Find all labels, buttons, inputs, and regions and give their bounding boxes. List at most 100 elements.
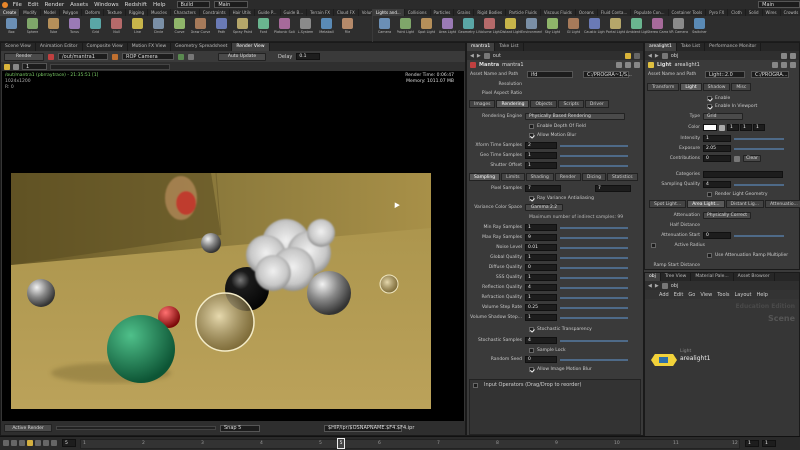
param-slider-diffuse-quality[interactable] — [560, 266, 628, 269]
shelf-tool-camera[interactable]: Camera — [374, 18, 395, 34]
shelf-tool-vr-camera[interactable]: VR Camera — [668, 18, 689, 34]
network-menu-tools[interactable]: Tools — [717, 292, 729, 298]
param-field-volume-step-rate[interactable]: 0.25 — [525, 304, 557, 311]
param-field-global-quality[interactable]: 1 — [525, 254, 557, 261]
shelf-tab-wires[interactable]: Wires — [763, 9, 781, 16]
exposure-field[interactable]: 2.05 — [703, 145, 731, 152]
camera-dropdown[interactable]: ROP Camera — [122, 53, 174, 60]
gear-icon[interactable] — [772, 62, 778, 68]
help-icon[interactable] — [781, 62, 787, 68]
forward-arrow-icon[interactable]: ▶ — [655, 53, 659, 59]
network-menu-view[interactable]: View — [700, 292, 712, 298]
right-path-text[interactable]: obj — [671, 53, 679, 59]
info-icon[interactable] — [790, 62, 796, 68]
tab-render[interactable]: Render — [554, 173, 581, 181]
shelf-tool-curve[interactable]: Curve — [169, 18, 190, 34]
shelf-tool-box[interactable]: Box — [1, 18, 22, 34]
param-field-noise-level[interactable]: 0.01 — [525, 244, 557, 251]
shelf-tab-oceans[interactable]: Oceans — [576, 9, 598, 16]
delay-field[interactable]: 0.1 — [296, 53, 321, 60]
attenuation-start-field[interactable]: 0 — [703, 232, 731, 239]
shelf-tool-distant-light[interactable]: Distant Light — [500, 18, 521, 34]
shelf-tab-guide-p[interactable]: Guide P... — [255, 9, 281, 16]
node-name-field[interactable]: mantra1 — [502, 62, 523, 68]
clear-button[interactable]: Clear — [743, 155, 761, 162]
pixel-samples-y-field[interactable]: 7 — [595, 185, 631, 192]
tab-material-pale[interactable]: Material Pale... — [691, 273, 734, 281]
attenuation-start-slider[interactable] — [734, 234, 784, 237]
info-icon[interactable] — [634, 62, 640, 68]
tab-objects[interactable]: Objects — [530, 100, 558, 108]
tab-geometry-spreadsheet[interactable]: Geometry Spreadsheet — [171, 43, 233, 51]
menu-assets[interactable]: Assets — [67, 2, 91, 8]
forward-arrow-icon[interactable]: ▶ — [477, 53, 481, 59]
range-end-field[interactable]: 1 — [762, 440, 776, 447]
variance-color-space-dropdown[interactable]: Gamma 2.2 — [525, 204, 563, 211]
shelf-tab-pyro-fx[interactable]: Pyro FX — [706, 9, 729, 16]
shelf-tab-model[interactable]: Model — [41, 9, 60, 16]
param-slider-refraction-quality[interactable] — [560, 296, 628, 299]
shelf-tool-ambient-light[interactable]: Ambient Light — [626, 18, 647, 34]
shutter-offset-slider[interactable] — [560, 164, 628, 167]
tab-animation-editor[interactable]: Animation Editor — [36, 43, 83, 51]
shelf-tool-volume-light[interactable]: Volume Light — [479, 18, 500, 34]
tab-shading[interactable]: Shading — [525, 173, 554, 181]
sample-lock-checkbox[interactable] — [529, 348, 534, 353]
shelf-tool-path[interactable]: Path — [211, 18, 232, 34]
type-dropdown[interactable]: Grid — [703, 113, 743, 120]
pin-icon[interactable] — [781, 52, 787, 59]
network-menu-edit[interactable]: Edit — [674, 292, 684, 298]
param-slider-sss-quality[interactable] — [560, 276, 628, 279]
param-field-volume-shadow-step[interactable]: 1 — [525, 314, 557, 321]
render-region-icon[interactable] — [48, 53, 54, 60]
color-b-field[interactable]: 1 — [753, 124, 765, 131]
tab-attenuatio[interactable]: Attenuatio... — [765, 200, 800, 208]
tab-take-list[interactable]: Take List — [677, 43, 706, 51]
tab-dicing[interactable]: Dicing — [581, 173, 607, 181]
add-contribution-icon[interactable] — [734, 155, 740, 162]
tab-tree-view[interactable]: Tree View — [661, 273, 692, 281]
rop-path-field[interactable]: /out/mantra1 — [58, 53, 108, 60]
tab-mantra1[interactable]: mantra1 — [467, 43, 496, 51]
tab-misc[interactable]: Misc — [731, 83, 752, 91]
shelf-tool-caustic-light[interactable]: Caustic Light — [584, 18, 605, 34]
random-seed-field[interactable]: 0 — [525, 356, 557, 363]
menu-render[interactable]: Render — [42, 2, 68, 8]
timeline-ruler[interactable]: 1 2 3 4 5 6 7 8 9 10 11 12 — [80, 439, 740, 449]
shelf-tab-crowds[interactable]: Crowds — [781, 9, 800, 16]
param-slider-volume-step-rate[interactable] — [560, 306, 628, 309]
param-slider-volume-shadow-step[interactable] — [560, 316, 628, 319]
stochastic-transparency-checkbox[interactable] — [529, 327, 534, 332]
go-to-start-icon[interactable] — [3, 440, 9, 446]
shelf-tab-hair-utils[interactable]: Hair Utils — [230, 9, 255, 16]
tab-statistics[interactable]: Statistics — [607, 173, 638, 181]
shelf-tab-solid[interactable]: Solid — [746, 9, 763, 16]
shelf-tab-terrain-fx[interactable]: Terrain FX — [307, 9, 334, 16]
asset-name-field[interactable]: Light::2.0 — [705, 71, 745, 78]
help-icon[interactable] — [625, 62, 631, 68]
tab-limits[interactable]: Limits — [501, 173, 525, 181]
menu-redshift[interactable]: Redshift — [122, 2, 150, 8]
tab-area-light[interactable]: Area Light... — [687, 200, 725, 208]
tab-performance-monitor[interactable]: Performance Monitor — [705, 43, 762, 51]
tab-light[interactable]: Light — [680, 83, 702, 91]
shelf-tab-cloud-fx[interactable]: Cloud FX — [334, 9, 359, 16]
shelf-tool-geometry-light[interactable]: Geometry Light — [458, 18, 479, 34]
shelf-tool-font[interactable]: Font — [253, 18, 274, 34]
shelf-tool-environment-light[interactable]: Environment Light — [521, 18, 542, 34]
shelf-tool-circle[interactable]: Circle — [148, 18, 169, 34]
stop-icon[interactable] — [27, 440, 33, 446]
mid-path-text[interactable]: out — [493, 53, 501, 59]
tab-distant-lig[interactable]: Distant Lig... — [725, 200, 765, 208]
range-start-field[interactable]: 1 — [745, 440, 759, 447]
frame-field[interactable]: 1 — [22, 63, 47, 70]
enable-viewport-checkbox[interactable] — [707, 104, 712, 109]
auto-update-button[interactable]: Auto Update — [218, 52, 266, 61]
timeline-playhead[interactable]: 5 — [337, 438, 345, 449]
menu-help[interactable]: Help — [150, 2, 169, 8]
tab-rendering[interactable]: Rendering — [496, 100, 530, 108]
enable-checkbox[interactable] — [707, 96, 712, 101]
tab-scene-view[interactable]: Scene View — [1, 43, 36, 51]
shelf-tab-constraints[interactable]: Constraints — [200, 9, 230, 16]
render-button[interactable]: Render — [4, 52, 44, 61]
